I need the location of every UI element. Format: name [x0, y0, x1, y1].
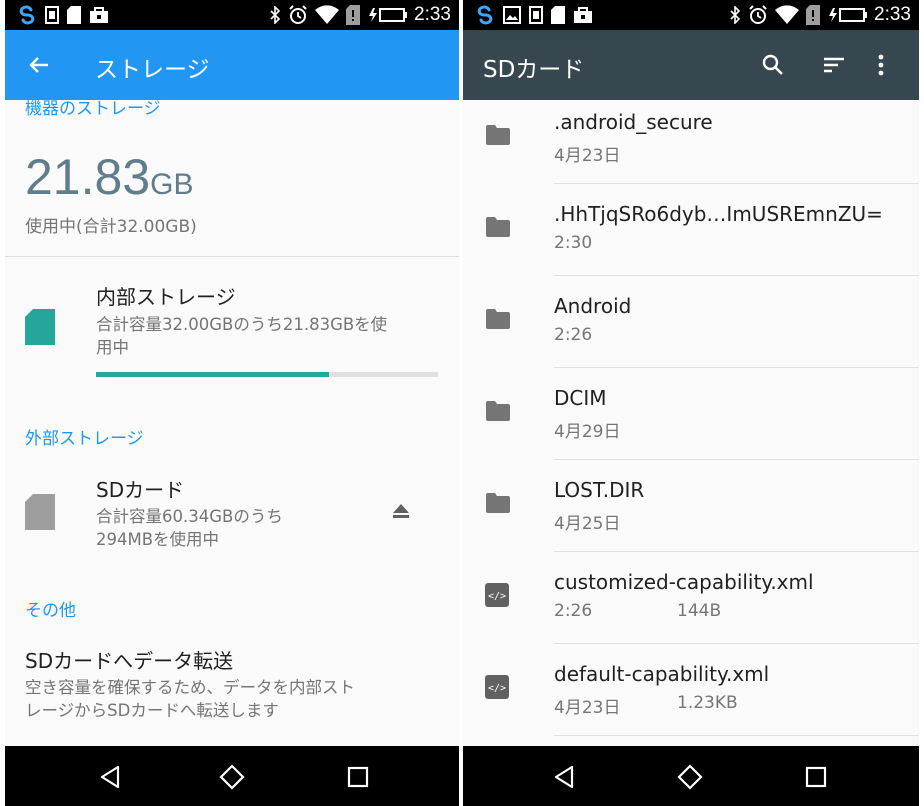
file-name: .HhTjqSRo6dyb…ImUSREmnZU=	[554, 202, 883, 226]
app-bar: SDカード	[463, 30, 919, 100]
used-storage-amount: 21.83GB	[25, 149, 194, 205]
folder-icon	[485, 308, 511, 330]
alarm-icon	[288, 5, 308, 25]
app-s-icon	[17, 5, 37, 25]
file-list[interactable]: .android_secure 4月23日 .HhTjqSRo6dyb…ImUSRE…	[463, 100, 919, 746]
file-date: 4月23日	[554, 146, 621, 166]
sd-card-title: SDカード	[96, 478, 185, 502]
recents-nav-icon[interactable]	[345, 764, 371, 790]
row-divider	[554, 735, 919, 736]
briefcase-icon	[573, 6, 593, 24]
sd-card-subtitle-2: 294MBを使用中	[96, 530, 220, 549]
navigation-bar	[5, 746, 459, 806]
home-nav-icon[interactable]	[677, 764, 703, 790]
internal-storage-subtitle-2: 用中	[96, 338, 129, 357]
internal-storage-subtitle-1: 合計容量32.00GBのうち21.83GBを使	[96, 315, 388, 334]
file-date: 4月25日	[554, 514, 621, 534]
sd-card-icon	[67, 6, 81, 24]
file-row[interactable]: </> customized-capability.xml 2:26 144B	[463, 552, 919, 644]
status-time: 2:33	[414, 4, 451, 25]
more-options-icon[interactable]	[876, 53, 886, 77]
sd-card-storage-icon	[25, 494, 55, 530]
svg-text:</>: </>	[488, 591, 506, 602]
file-date: 4月23日	[554, 698, 621, 718]
file-name: default-capability.xml	[554, 662, 770, 686]
transfer-to-sd-item[interactable]: SDカードへデータ転送 空き容量を確保するため、データを内部スト レージからSD…	[5, 635, 459, 745]
navigation-bar	[463, 746, 919, 806]
briefcase-icon	[89, 6, 109, 24]
file-size: 144B	[677, 601, 722, 621]
used-total-caption: 使用中(合計32.00GB)	[25, 217, 197, 237]
file-row[interactable]: .HhTjqSRo6dyb…ImUSREmnZU= 2:30	[463, 184, 919, 276]
svg-text:</>: </>	[488, 683, 506, 694]
sim-notification-icon	[45, 6, 59, 24]
app-bar: ストレージ	[5, 30, 459, 100]
folder-icon	[485, 124, 511, 146]
file-date: 2:26	[554, 325, 593, 345]
device-storage-header: 機器のストレージ	[25, 100, 161, 119]
alarm-icon	[748, 5, 768, 25]
image-notification-icon	[503, 6, 521, 24]
sd-card-icon	[551, 6, 565, 24]
sd-card-item[interactable]: SDカード 合計容量60.34GBのうち 294MBを使用中	[5, 460, 459, 560]
transfer-subtitle-1: 空き容量を確保するため、データを内部スト	[25, 678, 355, 697]
file-name: Android	[554, 294, 632, 318]
back-arrow-icon[interactable]	[27, 53, 51, 77]
sd-card-subtitle-1: 合計容量60.34GBのうち	[96, 507, 283, 526]
file-name: .android_secure	[554, 110, 713, 134]
status-time: 2:33	[874, 4, 911, 25]
file-date: 2:26	[554, 601, 593, 621]
file-name: customized-capability.xml	[554, 570, 814, 594]
app-s-icon	[475, 5, 495, 25]
back-nav-icon[interactable]	[97, 764, 123, 790]
file-date: 2:30	[554, 233, 593, 253]
recents-nav-icon[interactable]	[803, 764, 829, 790]
file-name: DCIM	[554, 386, 607, 410]
file-row[interactable]: </> default-capability.xml 4月23日 1.23KB	[463, 644, 919, 736]
internal-storage-icon	[25, 309, 55, 345]
file-size: 1.23KB	[677, 693, 738, 713]
bluetooth-icon	[729, 6, 741, 24]
folder-icon	[485, 400, 511, 422]
page-title: SDカード	[483, 57, 585, 83]
status-bar: 2:33	[5, 0, 459, 30]
wifi-icon	[315, 5, 340, 25]
back-nav-icon[interactable]	[551, 764, 577, 790]
internal-storage-item[interactable]: 内部ストレージ 合計容量32.00GBのうち21.83GBを使 用中	[5, 257, 459, 387]
eject-icon[interactable]	[391, 502, 411, 520]
battery-charging-icon	[367, 7, 408, 23]
transfer-subtitle-2: レージからSDカードへ転送します	[25, 701, 279, 720]
file-row[interactable]: LOST.DIR 4月25日	[463, 460, 919, 552]
no-sim-icon	[806, 5, 821, 25]
status-bar: 2:33	[463, 0, 919, 30]
folder-icon	[485, 492, 511, 514]
file-name: LOST.DIR	[554, 478, 645, 502]
file-row[interactable]: DCIM 4月29日	[463, 368, 919, 460]
home-nav-icon[interactable]	[219, 764, 245, 790]
transfer-title: SDカードへデータ転送	[25, 649, 234, 673]
internal-storage-progress	[96, 372, 438, 377]
file-date: 4月29日	[554, 422, 621, 442]
sim-notification-icon	[529, 6, 543, 24]
internal-storage-title: 内部ストレージ	[96, 285, 236, 309]
wifi-icon	[775, 5, 800, 25]
file-row[interactable]: .android_secure 4月23日	[463, 100, 919, 184]
sd-card-browser-screen: 2:33 SDカード .android_secure 4月23日 .HhTjqSRo…	[463, 0, 919, 806]
sort-icon[interactable]	[822, 53, 846, 77]
other-section-header: その他	[25, 601, 76, 621]
storage-content[interactable]: 機器のストレージ 21.83GB 使用中(合計32.00GB) 内部ストレージ …	[5, 100, 459, 746]
xml-file-icon: </>	[485, 583, 509, 607]
page-title: ストレージ	[95, 57, 210, 83]
folder-icon	[485, 216, 511, 238]
storage-screen: 2:33 ストレージ 機器のストレージ 21.83GB 使用中(合計32.00G…	[5, 0, 459, 806]
xml-file-icon: </>	[485, 675, 509, 699]
no-sim-icon	[346, 5, 361, 25]
file-row[interactable]: Android 2:26	[463, 276, 919, 368]
battery-charging-icon	[827, 7, 868, 23]
internal-storage-progress-fill	[96, 372, 330, 377]
external-storage-header: 外部ストレージ	[25, 429, 144, 449]
bluetooth-icon	[269, 6, 281, 24]
search-icon[interactable]	[761, 53, 785, 77]
